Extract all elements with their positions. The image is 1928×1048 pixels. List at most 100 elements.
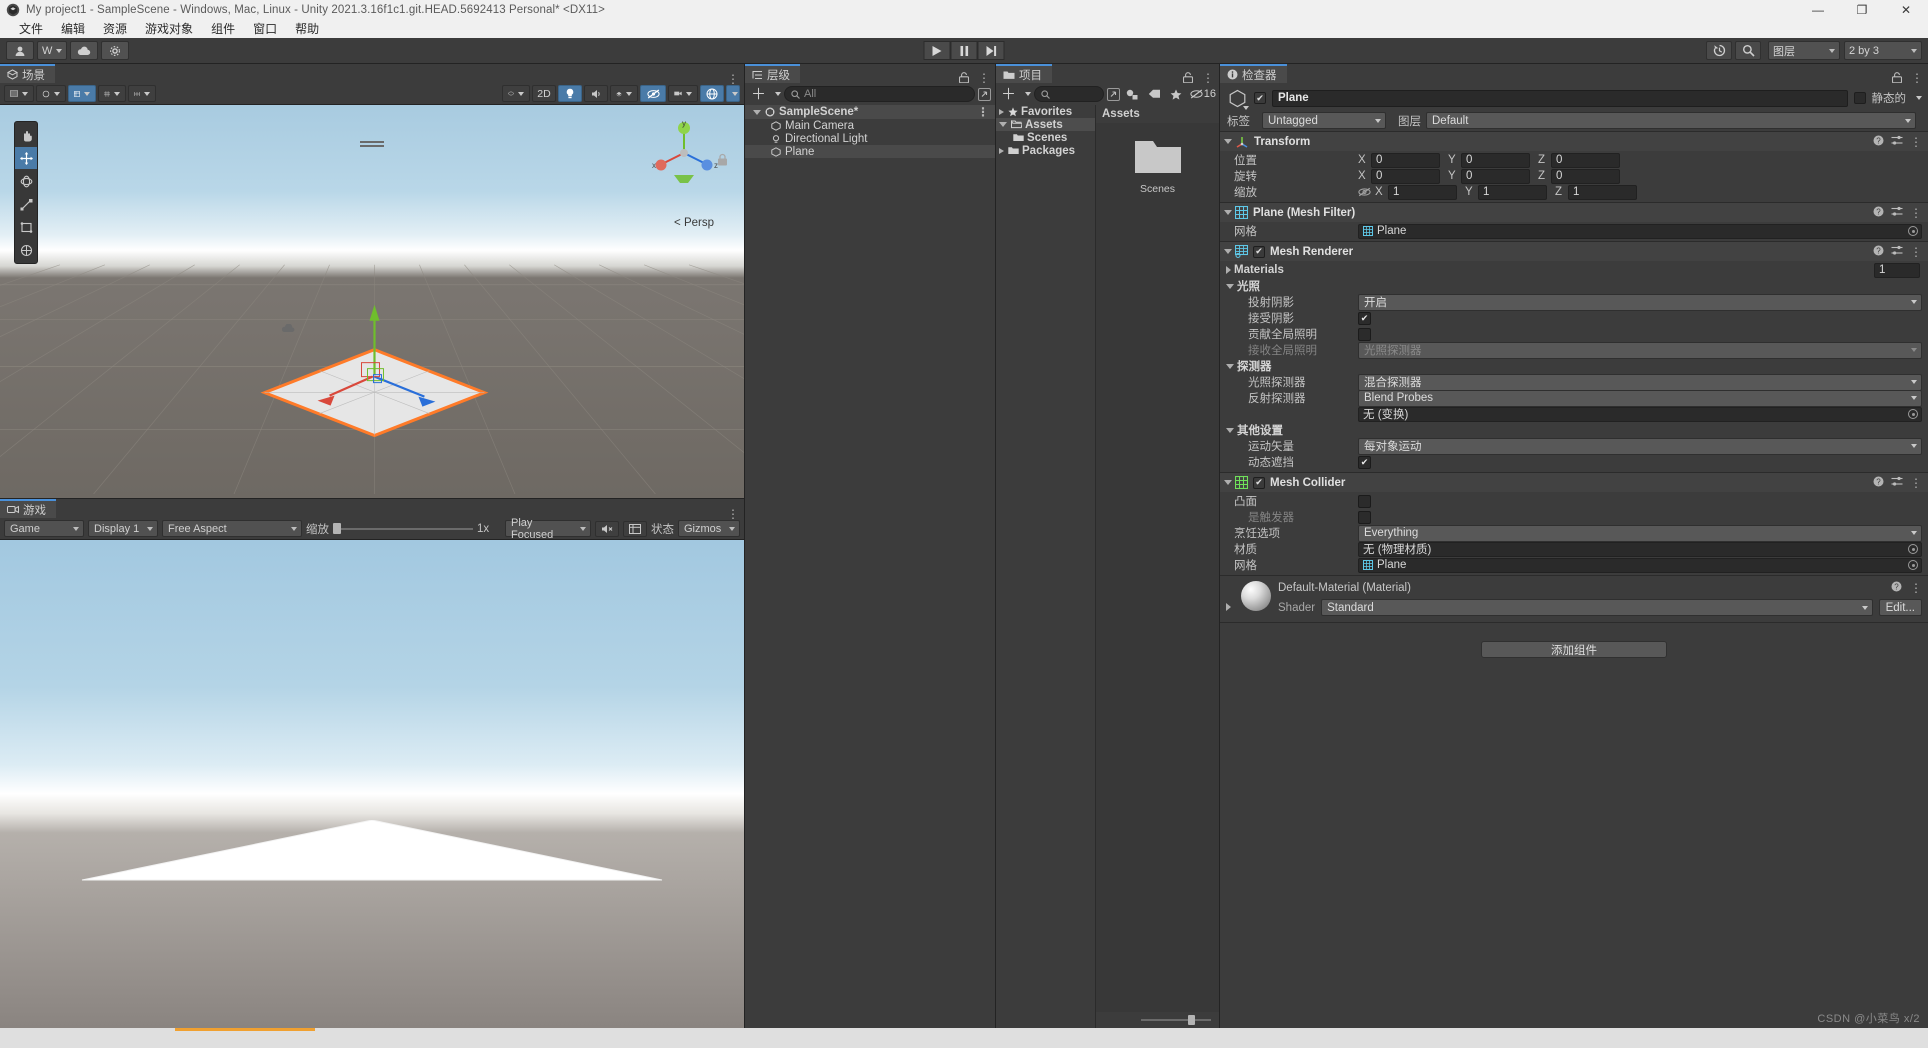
help-icon[interactable]: ? [1873, 206, 1884, 220]
preset-icon[interactable] [1891, 476, 1903, 490]
scale-y-input[interactable]: 1 [1478, 184, 1547, 200]
step-button[interactable] [977, 41, 1005, 60]
menu-window[interactable]: 窗口 [244, 20, 286, 38]
project-zoom-knob[interactable] [1188, 1015, 1195, 1025]
rotate-tool[interactable] [15, 170, 37, 192]
anchor-override-field[interactable]: 无 (变换) [1358, 406, 1922, 422]
expand-triangle-icon[interactable] [999, 147, 1004, 154]
transform-tool[interactable] [15, 239, 37, 261]
tab-game[interactable]: 游戏 [0, 499, 56, 518]
fold-triangle-icon[interactable] [1224, 210, 1232, 215]
scale-x-input[interactable]: 1 [1388, 184, 1457, 200]
scene-menu-icon[interactable]: ⋮ [727, 73, 739, 85]
object-picker-icon[interactable] [1908, 226, 1918, 236]
position-x-input[interactable]: 0 [1371, 152, 1440, 168]
materials-foldout-row[interactable]: Materials 1 [1220, 262, 1928, 278]
object-picker-icon[interactable] [1908, 544, 1918, 554]
lock-icon[interactable] [1891, 72, 1903, 84]
lock-icon[interactable] [958, 72, 970, 84]
fold-triangle-icon[interactable] [1224, 249, 1232, 254]
help-icon[interactable]: ? [1873, 476, 1884, 490]
scene-lighting-toggle[interactable] [558, 85, 582, 102]
scene-drag-handle[interactable] [360, 141, 384, 147]
history-icon[interactable] [1706, 41, 1732, 60]
gameobject-icon[interactable] [1226, 87, 1249, 110]
expand-triangle-icon[interactable] [999, 108, 1004, 115]
menu-file[interactable]: 文件 [10, 20, 52, 38]
probes-section-row[interactable]: 探测器 [1220, 358, 1928, 374]
pause-button[interactable] [950, 41, 978, 60]
game-gizmos-select[interactable]: Gizmos [678, 520, 740, 537]
component-header[interactable]: Plane (Mesh Filter) ? ⋮ [1220, 203, 1928, 222]
receive-shadows-checkbox[interactable] [1358, 311, 1371, 325]
hierarchy-scene-row[interactable]: SampleScene* ⋮ [745, 105, 995, 119]
play-focused-select[interactable]: Play Focused [505, 517, 591, 541]
scene-row-menu-icon[interactable]: ⋮ [977, 106, 989, 118]
search-scene-icon[interactable] [502, 85, 530, 102]
tab-inspector[interactable]: 检查器 [1220, 64, 1287, 83]
hand-tool[interactable] [15, 124, 37, 146]
window-controls[interactable]: — ❐ ✕ [1796, 0, 1928, 20]
fold-triangle-icon[interactable] [1226, 603, 1231, 611]
expand-triangle-icon[interactable] [999, 122, 1007, 127]
orientation-toggle[interactable] [68, 85, 96, 102]
project-tree-assets[interactable]: Assets [996, 118, 1095, 131]
stats-icon[interactable] [623, 520, 647, 537]
project-search-input[interactable] [1034, 86, 1104, 102]
perspective-label[interactable]: < Persp [674, 217, 714, 229]
expand-triangle-icon[interactable] [753, 109, 761, 115]
fold-triangle-icon[interactable] [1226, 266, 1231, 274]
cooking-options-dropdown[interactable]: Everything [1358, 524, 1922, 542]
lock-icon[interactable] [1182, 72, 1194, 84]
collider-mesh-field[interactable]: Plane [1358, 557, 1922, 573]
rotation-z-input[interactable]: 0 [1551, 168, 1620, 184]
project-zoom-slider[interactable] [1141, 1015, 1211, 1025]
mesh-renderer-enabled-checkbox[interactable] [1253, 245, 1265, 258]
contribute-gi-checkbox[interactable] [1358, 327, 1371, 341]
project-tree[interactable]: Favorites Assets Scenes Packages [996, 105, 1096, 1028]
menu-gameobject[interactable]: 游戏对象 [136, 20, 202, 38]
asset-item-scenes[interactable]: Scenes [1128, 137, 1188, 195]
menu-assets[interactable]: 资源 [94, 20, 136, 38]
fold-triangle-icon[interactable] [1224, 139, 1232, 144]
draw-mode-dropdown[interactable] [36, 85, 66, 102]
reflection-probes-dropdown[interactable]: Blend Probes [1358, 389, 1922, 407]
cast-shadows-dropdown[interactable]: 开启 [1358, 293, 1922, 311]
menu-bar[interactable]: 文件 编辑 资源 游戏对象 组件 窗口 帮助 [0, 20, 1928, 38]
hidden-packages-count[interactable]: 16 [1188, 88, 1216, 100]
menu-help[interactable]: 帮助 [286, 20, 328, 38]
project-tree-packages[interactable]: Packages [996, 144, 1095, 157]
scene-orientation-gizmo[interactable]: y x z [644, 113, 724, 193]
tab-hierarchy[interactable]: 层级 [745, 64, 800, 83]
create-asset-button[interactable]: ＋ [999, 87, 1018, 102]
project-menu-icon[interactable]: ⋮ [1202, 72, 1214, 84]
scene-fx-toggle[interactable] [610, 85, 638, 102]
cloud-icon[interactable] [70, 41, 99, 60]
menu-component[interactable]: 组件 [202, 20, 244, 38]
fold-triangle-icon[interactable] [1224, 480, 1232, 485]
component-header[interactable]: Mesh Collider ? ⋮ [1220, 473, 1928, 492]
grid-toggle[interactable] [98, 85, 126, 102]
convex-checkbox[interactable] [1358, 494, 1371, 508]
layers-dropdown[interactable]: 图层 [1768, 41, 1840, 60]
scene-tool-palette[interactable] [14, 121, 38, 264]
scale-z-input[interactable]: 1 [1568, 184, 1637, 200]
component-menu-icon[interactable]: ⋮ [1910, 477, 1922, 489]
component-header[interactable]: Mesh Renderer ? ⋮ [1220, 242, 1928, 261]
preset-icon[interactable] [1891, 135, 1903, 149]
mesh-object-field[interactable]: Plane [1358, 223, 1922, 239]
twod-toggle[interactable]: 2D [532, 85, 556, 102]
hierarchy-search-expand-icon[interactable] [978, 87, 991, 101]
help-icon[interactable]: ? [1873, 245, 1884, 259]
settings-icon[interactable] [101, 41, 130, 60]
chevron-down-icon[interactable] [775, 92, 782, 96]
component-header[interactable]: Transform ? ⋮ [1220, 132, 1928, 151]
rotation-x-input[interactable]: 0 [1371, 168, 1440, 184]
fold-triangle-icon[interactable] [1226, 363, 1234, 369]
close-button[interactable]: ✕ [1884, 0, 1928, 20]
shader-dropdown[interactable]: Standard [1321, 599, 1873, 616]
display-select[interactable]: Display 1 [88, 520, 158, 537]
fold-triangle-icon[interactable] [1226, 283, 1234, 289]
game-display-name[interactable]: Game [4, 520, 84, 537]
position-z-input[interactable]: 0 [1551, 152, 1620, 168]
